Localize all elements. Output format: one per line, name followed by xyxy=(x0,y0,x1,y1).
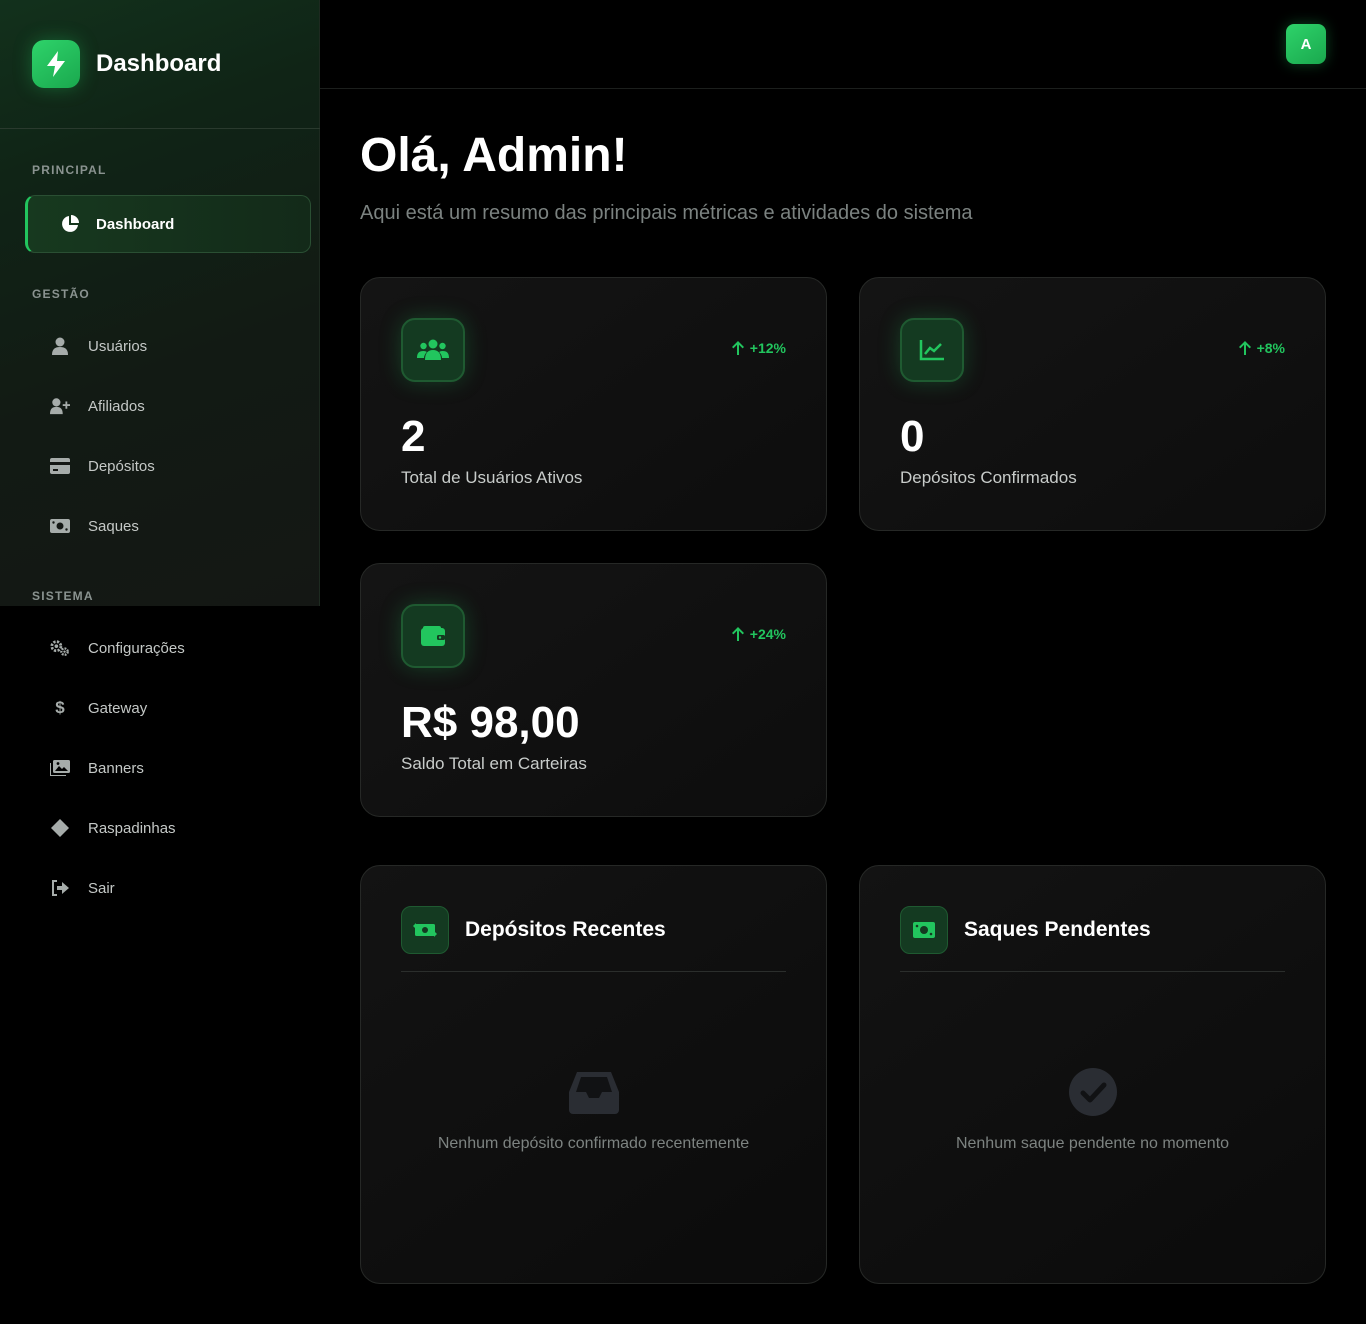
chart-line-icon xyxy=(900,318,964,382)
sidebar-item-label: Gateway xyxy=(88,699,148,717)
topbar: A xyxy=(320,0,1366,89)
trend-value: +24% xyxy=(749,626,786,642)
section-label-principal: PRINCIPAL xyxy=(32,163,107,177)
sidebar-item-dashboard[interactable]: Dashboard xyxy=(25,195,311,253)
stat-card-deposits: +8% 0 Depósitos Confirmados xyxy=(859,277,1326,531)
diamond-icon xyxy=(50,818,70,838)
trend-badge: +24% xyxy=(731,626,786,642)
sidebar-item-gateway[interactable]: $ Gateway xyxy=(32,684,310,732)
stat-value: R$ 98,00 xyxy=(401,698,580,747)
panel-header: Depósitos Recentes xyxy=(401,906,786,972)
stat-card-wallets: +24% R$ 98,00 Saldo Total em Carteiras xyxy=(360,563,827,817)
trend-value: +8% xyxy=(1256,340,1285,356)
sidebar-item-label: Saques xyxy=(88,517,139,535)
bolt-icon xyxy=(32,40,80,88)
money-bill-transfer-icon xyxy=(401,906,449,954)
users-icon xyxy=(401,318,465,382)
sidebar-item-banners[interactable]: Banners xyxy=(32,744,310,792)
arrow-up-icon xyxy=(731,341,744,355)
avatar[interactable]: A xyxy=(1286,24,1326,64)
logout-icon xyxy=(50,878,70,898)
stat-label: Saldo Total em Carteiras xyxy=(401,754,587,773)
stat-value: 2 xyxy=(401,412,426,461)
sidebar-item-label: Raspadinhas xyxy=(88,819,176,837)
user-icon xyxy=(50,336,70,356)
trend-badge: +8% xyxy=(1238,340,1285,356)
panel-pending-withdrawals: Saques Pendentes Nenhum saque pendente n… xyxy=(859,865,1326,1284)
gears-icon xyxy=(50,638,70,658)
stat-card-users: +12% 2 Total de Usuários Ativos xyxy=(360,277,827,531)
empty-state-text: Nenhum depósito confirmado recentemente xyxy=(437,1135,750,1152)
money-bill-icon xyxy=(900,906,948,954)
sidebar-item-afiliados[interactable]: Afiliados xyxy=(32,382,310,430)
brand[interactable]: Dashboard xyxy=(0,0,320,129)
sidebar-item-label: Depósitos xyxy=(88,457,155,475)
sidebar-item-label: Dashboard xyxy=(96,215,175,233)
stat-label: Total de Usuários Ativos xyxy=(401,468,583,487)
sidebar-item-saques[interactable]: Saques xyxy=(32,502,310,550)
wallet-icon xyxy=(401,604,465,668)
credit-card-icon xyxy=(50,456,70,476)
inbox-icon xyxy=(568,1066,620,1118)
stat-value: 0 xyxy=(900,412,925,461)
panel-title: Depósitos Recentes xyxy=(465,918,666,941)
sidebar-item-label: Configurações xyxy=(88,639,185,657)
panel-header: Saques Pendentes xyxy=(900,906,1285,972)
sidebar-item-raspadinhas[interactable]: Raspadinhas xyxy=(32,804,310,852)
arrow-up-icon xyxy=(731,627,744,641)
panel-recent-deposits: Depósitos Recentes Nenhum depósito confi… xyxy=(360,865,827,1284)
images-icon xyxy=(50,758,70,778)
sidebar-item-usuarios[interactable]: Usuários xyxy=(32,322,310,370)
money-bill-icon xyxy=(50,516,70,536)
dollar-icon: $ xyxy=(55,698,65,717)
section-label-gestao: GESTÃO xyxy=(32,287,90,301)
trend-badge: +12% xyxy=(731,340,786,356)
page-title: Olá, Admin! xyxy=(360,129,628,182)
panel-title: Saques Pendentes xyxy=(964,918,1151,941)
user-plus-icon xyxy=(50,396,70,416)
pie-chart-icon xyxy=(60,214,80,234)
sidebar-item-label: Afiliados xyxy=(88,397,145,415)
sidebar-item-configuracoes[interactable]: Configurações xyxy=(32,624,310,672)
section-label-sistema: SISTEMA xyxy=(32,589,94,603)
brand-title: Dashboard xyxy=(96,50,222,77)
sidebar-item-sair[interactable]: Sair xyxy=(32,864,310,912)
sidebar-item-label: Usuários xyxy=(88,337,148,355)
trend-value: +12% xyxy=(749,340,786,356)
sidebar-item-label: Sair xyxy=(88,879,115,897)
empty-state-text: Nenhum saque pendente no momento xyxy=(955,1135,1230,1152)
page-subtitle: Aqui está um resumo das principais métri… xyxy=(360,202,973,224)
sidebar: Dashboard PRINCIPAL Dashboard GESTÃO Usu… xyxy=(0,0,320,1324)
check-circle-icon xyxy=(1067,1066,1119,1118)
arrow-up-icon xyxy=(1238,341,1251,355)
stat-label: Depósitos Confirmados xyxy=(900,468,1077,487)
sidebar-item-depositos[interactable]: Depósitos xyxy=(32,442,310,490)
sidebar-item-label: Banners xyxy=(88,759,144,777)
